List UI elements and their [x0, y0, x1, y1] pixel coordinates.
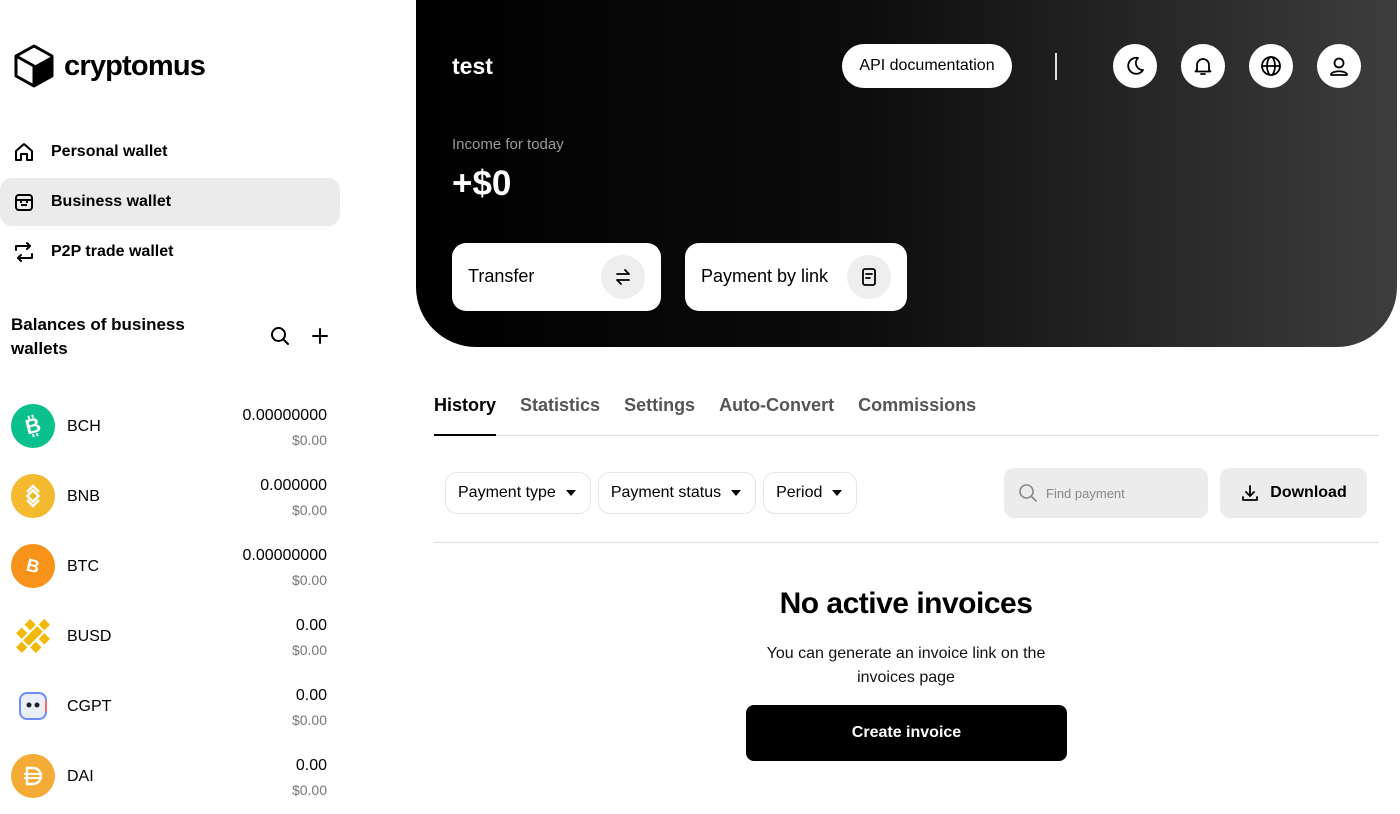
payment-search [1004, 468, 1208, 518]
tab-auto-convert[interactable]: Auto-Convert [719, 392, 834, 436]
list-item[interactable]: B BCH 0.00000000 $0.00 [11, 392, 329, 462]
list-item[interactable]: CGPT 0.00 $0.00 [11, 672, 329, 742]
coin-ticker: DAI [67, 768, 94, 785]
coin-ticker: BNB [67, 488, 100, 505]
coin-amount: 0.00000000 [242, 547, 327, 564]
dai-icon [11, 754, 55, 798]
globe-icon [1261, 56, 1281, 76]
coin-ticker: BCH [67, 418, 101, 435]
download-label: Download [1270, 484, 1347, 501]
add-icon[interactable] [309, 325, 331, 347]
balances-actions [269, 325, 331, 347]
brand-logo[interactable]: cryptomus [12, 43, 206, 89]
coin-usd-value: $0.00 [291, 572, 327, 588]
search-input[interactable] [1046, 485, 1196, 501]
coin-amount: 0.000000 [260, 477, 327, 494]
caret-down-icon [565, 490, 576, 496]
income-value: +$0 [452, 164, 512, 203]
payment-by-link-button[interactable]: Payment by link [685, 243, 907, 311]
exchange-icon [11, 239, 37, 265]
bitcoin-cash-icon: B [11, 404, 55, 448]
coin-ticker: CGPT [67, 698, 112, 715]
list-item[interactable]: B BTC 0.00000000 $0.00 [11, 532, 329, 602]
coin-amount: 0.00 [295, 687, 327, 704]
store-icon [11, 189, 37, 215]
receipt-icon [847, 255, 891, 299]
svg-text:B: B [24, 555, 41, 578]
payment-status-label: Payment status [610, 484, 722, 501]
api-documentation-button[interactable]: API documentation [842, 44, 1012, 88]
sidebar-item-label: Personal wallet [51, 143, 168, 160]
coin-usd-value: $0.00 [291, 432, 327, 448]
balances-title: Balances of business wallets [11, 315, 185, 358]
notifications-button[interactable] [1181, 44, 1225, 88]
search-icon [1019, 484, 1037, 502]
coin-usd-value: $0.00 [291, 782, 327, 798]
download-icon [1242, 485, 1259, 501]
list-item[interactable]: BUSD 0.00 $0.00 [11, 602, 329, 672]
home-icon [11, 139, 37, 165]
coin-ticker: BTC [67, 558, 99, 575]
bitcoin-icon: B [11, 544, 55, 588]
page-title: test [452, 53, 493, 79]
profile-button[interactable] [1317, 44, 1361, 88]
caret-down-icon [832, 490, 843, 496]
sidebar: cryptomus Personal wallet Business walle… [0, 0, 352, 814]
payment-type-label: Payment type [458, 484, 556, 501]
coin-amount: 0.00 [295, 617, 327, 634]
cgpt-icon [11, 684, 55, 728]
caret-down-icon [731, 490, 742, 496]
sidebar-item-personal-wallet[interactable]: Personal wallet [0, 128, 340, 176]
empty-state-title: No active invoices [779, 587, 1033, 620]
sidebar-item-p2p-trade-wallet[interactable]: P2P trade wallet [0, 228, 340, 276]
tab-settings[interactable]: Settings [624, 392, 695, 436]
coin-usd-value: $0.00 [291, 502, 327, 518]
theme-toggle-button[interactable] [1113, 44, 1157, 88]
filters-bar: Payment type Payment status Period [445, 472, 858, 514]
coin-usd-value: $0.00 [291, 712, 327, 728]
list-item[interactable]: BNB 0.000000 $0.00 [11, 462, 329, 532]
coin-ticker: BUSD [67, 628, 112, 645]
wallet-header-panel: test API documentation Income for today … [416, 0, 1397, 347]
tab-history[interactable]: History [434, 392, 497, 436]
main-tabs: History Statistics Settings Auto-Convert… [434, 392, 1379, 436]
period-dropdown[interactable]: Period [763, 472, 858, 514]
period-label: Period [776, 484, 823, 501]
sidebar-item-business-wallet[interactable]: Business wallet [0, 178, 340, 226]
coin-amount: 0.00000000 [242, 407, 327, 424]
transfer-label: Transfer [468, 266, 535, 286]
bell-icon [1194, 58, 1212, 75]
brand-name: cryptomus [64, 49, 206, 82]
payment-type-dropdown[interactable]: Payment type [445, 472, 591, 514]
content-divider [434, 542, 1379, 543]
moon-icon [1127, 56, 1144, 75]
download-button[interactable]: Download [1220, 468, 1367, 518]
create-invoice-button[interactable]: Create invoice [746, 705, 1067, 761]
balances-header: Balances of business wallets [11, 313, 331, 363]
tab-statistics[interactable]: Statistics [520, 392, 600, 436]
transfer-arrows-icon [601, 255, 645, 299]
cube-logo-icon [14, 44, 54, 88]
transfer-button[interactable]: Transfer [452, 243, 661, 311]
coin-amount: 0.00 [295, 757, 327, 774]
payment-by-link-label: Payment by link [701, 266, 829, 286]
coin-list: B BCH 0.00000000 $0.00 BNB 0.000000 $0.0… [11, 392, 329, 812]
tab-commissions[interactable]: Commissions [858, 392, 976, 436]
language-button[interactable] [1249, 44, 1293, 88]
header-divider [1055, 53, 1057, 80]
busd-icon [11, 614, 55, 658]
payment-status-dropdown[interactable]: Payment status [597, 472, 757, 514]
coin-usd-value: $0.00 [291, 642, 327, 658]
sidebar-nav: Personal wallet Business wallet P2P trad… [0, 128, 340, 278]
sidebar-item-label: Business wallet [51, 193, 172, 210]
bnb-icon [11, 474, 55, 518]
user-icon [1330, 57, 1348, 76]
income-label: Income for today [452, 136, 564, 153]
empty-state-subtitle: You can generate an invoice link on the … [766, 645, 1046, 686]
list-item[interactable]: DAI 0.00 $0.00 [11, 742, 329, 812]
search-icon[interactable] [269, 325, 291, 347]
sidebar-item-label: P2P trade wallet [51, 243, 174, 260]
